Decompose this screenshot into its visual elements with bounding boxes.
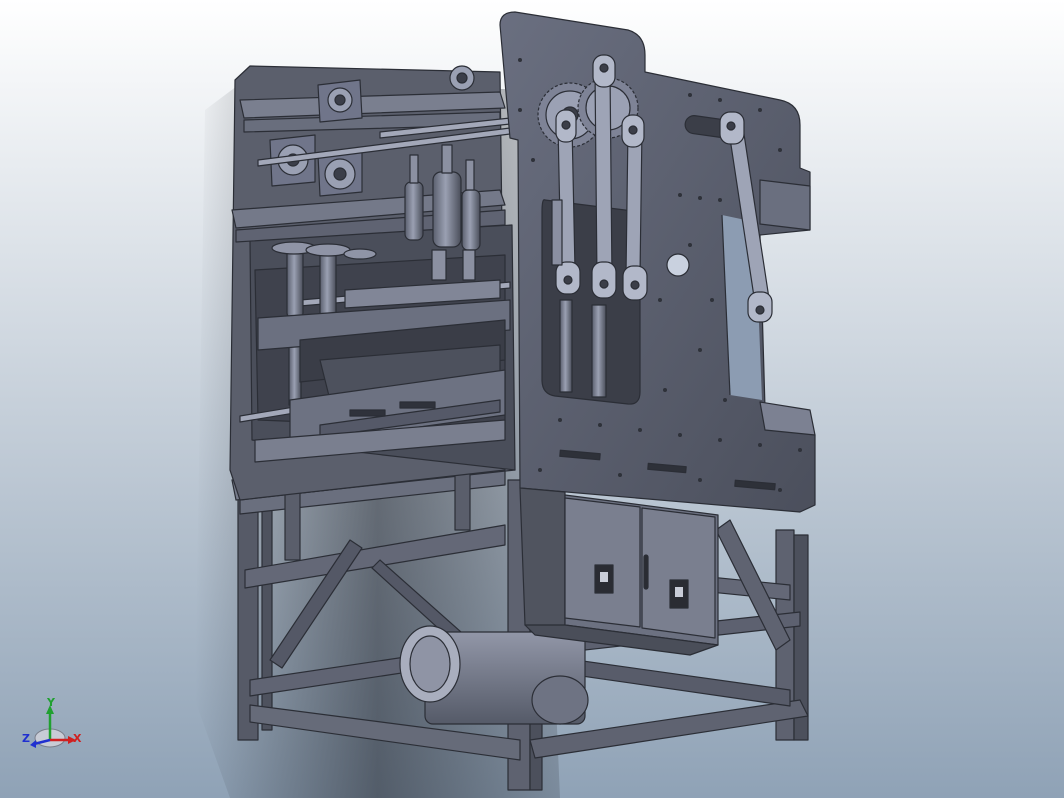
cabinet-door-left[interactable]	[564, 497, 641, 628]
door-handle[interactable]	[643, 554, 649, 590]
electrical-cabinet[interactable]	[519, 487, 719, 656]
triad-y-label: Y	[46, 696, 56, 709]
triad-z-label: Z	[22, 732, 30, 745]
cad-viewport[interactable]: Y X Z	[0, 0, 1064, 798]
model-render: Y X Z	[0, 0, 1064, 798]
triad-x-label: X	[73, 732, 82, 745]
drive-motor[interactable]	[399, 625, 589, 725]
cabinet-door-right[interactable]	[641, 507, 716, 639]
